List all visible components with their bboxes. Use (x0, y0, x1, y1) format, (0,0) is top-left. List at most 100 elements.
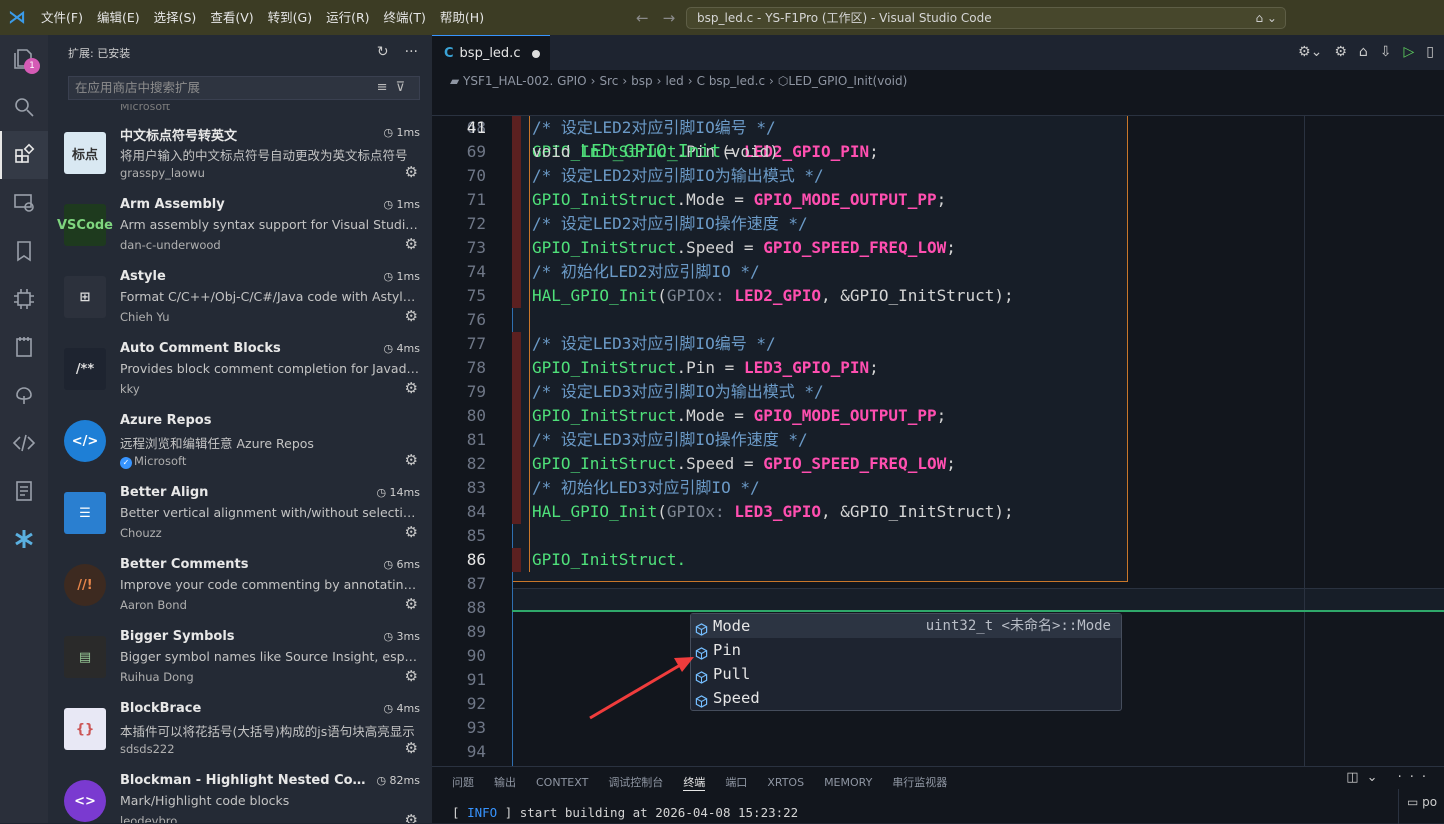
breadcrumb-item[interactable]: Src (599, 74, 618, 88)
code-line: 85 (432, 524, 1444, 548)
document-icon[interactable] (0, 467, 48, 515)
debug-config-icon[interactable]: ⚙⌄ (1298, 44, 1322, 60)
extension-item[interactable]: /** Auto Comment Blocks ◷ 4ms Provides bloc… (48, 332, 432, 404)
tree-icon[interactable] (0, 371, 48, 419)
manage-gear-icon[interactable]: ⚙ (405, 235, 418, 253)
panel-tab[interactable]: XRTOS (767, 776, 804, 789)
manage-gear-icon[interactable]: ⚙ (405, 739, 418, 757)
command-center[interactable]: bsp_led.c - YS-F1Pro (工作区) - Visual Stud… (686, 7, 1286, 29)
terminal-instance[interactable]: ▭ po (1398, 789, 1444, 824)
suggestion-item[interactable]: Pin (691, 638, 1121, 662)
panel-tab[interactable]: 调试控制台 (608, 774, 663, 790)
sticky-code: void LED_GPIO_Init(void) (532, 141, 779, 162)
breadcrumb-item[interactable]: bsp (631, 74, 653, 88)
code-icon[interactable] (0, 419, 48, 467)
breadcrumb-item[interactable]: LED_GPIO_Init(void) (788, 74, 907, 88)
extension-item[interactable]: VSCode Arm Assembly ◷ 1ms Arm assembly synt… (48, 188, 432, 260)
panel-layout-icon[interactable]: ◫⌄ ··· (1346, 770, 1434, 785)
copilot-icon[interactable]: ⌂ ⌄ (1256, 8, 1278, 28)
code-line: 78 GPIO_InitStruct.Pin = LED3_GPIO_PIN; (432, 356, 1444, 380)
breadcrumb-item[interactable]: led (665, 74, 683, 88)
publisher-name: Chouzz (120, 526, 162, 540)
code-editor[interactable]: 68/* 设定LED2对应引脚IO编号 */69 GPIO_InitStruct.… (432, 92, 1444, 766)
download-icon[interactable]: ⇩ (1380, 44, 1392, 60)
extension-search-input[interactable]: 在应用商店中搜索扩展 ≡⊽ (68, 76, 420, 100)
tab-bsp-led[interactable]: C bsp_led.c (432, 35, 550, 70)
publisher-name: Microsoft (134, 454, 187, 468)
suggestion-item[interactable]: Mode uint32_t <未命名>::Mode (691, 614, 1121, 638)
identifier: GPIO_InitStruct (532, 406, 677, 425)
extension-name: Azure Repos (120, 413, 212, 428)
breadcrumb-item[interactable]: bsp_led.c (709, 74, 765, 88)
menu-item[interactable]: 帮助(H) (433, 0, 491, 35)
menu-item[interactable]: 查看(V) (203, 0, 260, 35)
extension-item[interactable]: {} BlockBrace ◷ 4ms 本插件可以将花括号(大括号)构成的js语句块高… (48, 692, 432, 764)
extension-description: Improve your code commenting by annotati… (120, 577, 420, 592)
menu-item[interactable]: 终端(T) (377, 0, 433, 35)
manage-gear-icon[interactable]: ⚙ (405, 811, 418, 823)
panel-tab[interactable]: MEMORY (824, 776, 872, 789)
notebook-icon[interactable] (0, 323, 48, 371)
extension-item[interactable]: ☰ Better Align ◷ 14ms Better vertical align… (48, 476, 432, 548)
extension-item[interactable]: ▤ Bigger Symbols ◷ 3ms Bigger symbol names … (48, 620, 432, 692)
filter-icon[interactable]: ≡⊽ (377, 77, 413, 99)
line-number: 92 (466, 694, 486, 713)
manage-gear-icon[interactable]: ⚙ (405, 451, 418, 469)
manage-gear-icon[interactable]: ⚙ (405, 307, 418, 325)
panel-tab[interactable]: CONTEXT (536, 776, 588, 789)
asterisk-icon[interactable] (0, 515, 48, 563)
extension-item[interactable]: ⊞ Astyle ◷ 1ms Format C/C++/Obj-C/C#/Java c… (48, 260, 432, 332)
panel-tab[interactable]: 端口 (725, 774, 747, 790)
sticky-scroll[interactable]: 41 void LED_GPIO_Init(void) (432, 92, 1444, 162)
code-line: 86 GPIO_InitStruct. (432, 548, 1444, 572)
split-icon[interactable]: ▯ (1426, 44, 1434, 60)
suggestion-item[interactable]: Speed (691, 686, 1121, 710)
unsaved-dot-icon[interactable] (532, 50, 540, 58)
comment: /* 设定LED3对应引脚IO为输出模式 */ (532, 382, 824, 401)
explorer-icon[interactable]: 1 (0, 35, 48, 83)
more-icon[interactable]: ··· (405, 44, 418, 60)
menu-item[interactable]: 运行(R) (319, 0, 376, 35)
extension-publisher: Aaron Bond (120, 598, 187, 612)
identifier: GPIO_InitStruct (532, 358, 677, 377)
breadcrumb-item[interactable]: YSF1_HAL-002. GPIO (463, 74, 587, 88)
manage-gear-icon[interactable]: ⚙ (405, 163, 418, 181)
run-icon[interactable]: ▷ (1404, 44, 1415, 60)
manage-gear-icon[interactable]: ⚙ (405, 667, 418, 685)
settings-icon[interactable]: ⚙ (1334, 44, 1347, 60)
back-icon[interactable]: ← (636, 9, 649, 27)
menu-item[interactable]: 转到(G) (261, 0, 319, 35)
chip-icon[interactable] (0, 275, 48, 323)
refresh-icon[interactable]: ↻ (377, 44, 389, 60)
panel-tabs: 问题 输出 CONTEXT 调试控制台 终端 端口 XRTOS MEMORY 串行监视器 (432, 771, 1444, 793)
suggestion-item[interactable]: Pull (691, 662, 1121, 686)
extensions-icon[interactable] (0, 131, 48, 179)
forward-icon[interactable]: → (663, 9, 676, 27)
manage-gear-icon[interactable]: ⚙ (405, 523, 418, 541)
panel-tab[interactable]: 问题 (452, 774, 474, 790)
build-icon[interactable]: ⌂ (1359, 44, 1368, 60)
paren: ( (657, 286, 667, 305)
remote-explorer-icon[interactable] (0, 179, 48, 227)
menu-item[interactable]: 编辑(E) (90, 0, 147, 35)
extension-name: Bigger Symbols (120, 629, 235, 644)
panel-tab[interactable]: 串行监视器 (892, 774, 947, 790)
menu-item[interactable]: 文件(F) (34, 0, 90, 35)
extension-item[interactable]: </> Azure Repos 远程浏览和编辑任意 Azure Repos ✓ Micr… (48, 404, 432, 476)
code-text: /* 设定LED3对应引脚IO编号 */ (532, 332, 776, 356)
code-text: /* 设定LED2对应引脚IO为输出模式 */ (532, 164, 824, 188)
bookmark-icon[interactable] (0, 227, 48, 275)
manage-gear-icon[interactable]: ⚙ (405, 379, 418, 397)
line-number: 79 (466, 382, 486, 401)
search-icon[interactable] (0, 83, 48, 131)
extension-item[interactable]: //! Better Comments ◷ 6ms Improve your code… (48, 548, 432, 620)
breadcrumb-separator-icon: › (687, 74, 693, 88)
line-number: 81 (466, 430, 486, 449)
extension-item[interactable]: 标点 中文标点符号转英文 ◷ 1ms 将用户输入的中文标点符号自动更改为英文标点符号 g… (48, 116, 432, 188)
menu-item[interactable]: 选择(S) (147, 0, 204, 35)
panel-tab[interactable]: 输出 (494, 774, 516, 790)
manage-gear-icon[interactable]: ⚙ (405, 595, 418, 613)
panel-tab[interactable]: 终端 (683, 774, 706, 791)
extension-item[interactable]: <> Blockman - Highlight Nested Code Block… (48, 764, 432, 823)
activation-time-value: 4ms (396, 342, 420, 355)
